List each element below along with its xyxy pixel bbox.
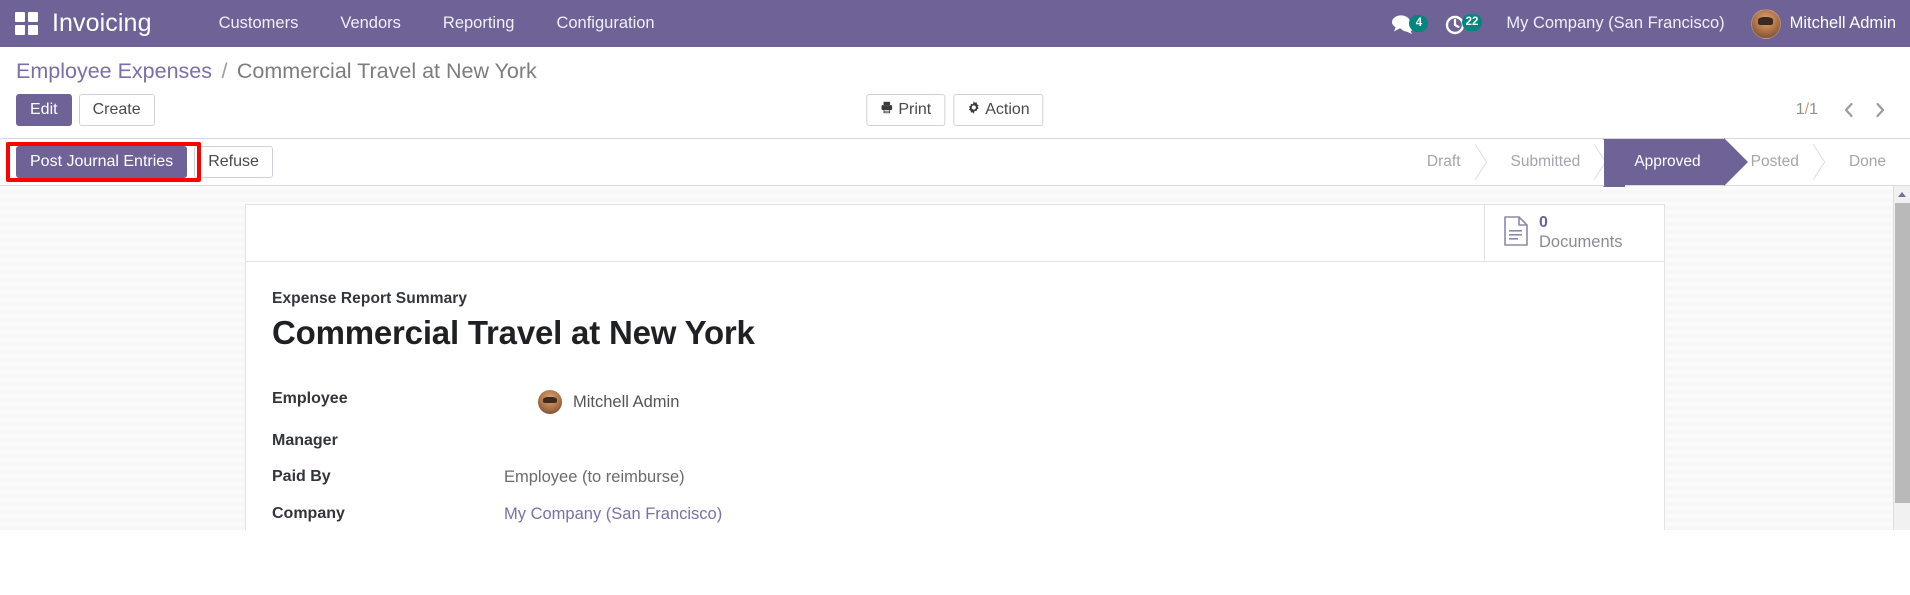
status-stage-approved-label: Approved xyxy=(1634,153,1701,170)
workflow-buttons: Post Journal Entries Refuse xyxy=(16,146,273,178)
field-row-company: Company My Company (San Francisco) xyxy=(272,505,924,530)
nav-menu-vendors[interactable]: Vendors xyxy=(319,0,422,47)
pager-next-button[interactable] xyxy=(1866,97,1894,123)
refuse-button[interactable]: Refuse xyxy=(194,146,273,178)
apps-grid-icon xyxy=(14,12,38,35)
documents-count: 0 xyxy=(1539,213,1548,231)
breadcrumb: Employee Expenses / Commercial Travel at… xyxy=(0,47,1910,90)
field-row-employee: Employee Mitchell Admin xyxy=(272,390,924,432)
edit-button[interactable]: Edit xyxy=(16,94,72,126)
scroll-up-arrow-icon xyxy=(1898,192,1906,197)
field-label-company: Company xyxy=(272,505,345,522)
pager-previous-button[interactable] xyxy=(1834,97,1862,123)
expense-report-summary-label: Expense Report Summary xyxy=(272,290,468,307)
status-stage-done-label: Done xyxy=(1848,153,1886,170)
status-stage-submitted[interactable]: Submitted xyxy=(1484,139,1605,185)
avatar xyxy=(1750,8,1781,39)
form-sheet: 0 Documents Expense Report Summary Comme… xyxy=(245,204,1665,530)
navbar-right-group: 4 22 My Company (San Francisco) Mitchell… xyxy=(1376,8,1910,39)
messages-badge: 4 xyxy=(1409,14,1429,32)
action-label: Action xyxy=(985,101,1030,118)
scroll-up-button[interactable] xyxy=(1894,186,1910,203)
document-icon xyxy=(1503,215,1529,251)
pager: 1/1 xyxy=(1796,97,1894,123)
employee-value-wrap: Mitchell Admin xyxy=(504,390,924,414)
company-switcher[interactable]: My Company (San Francisco) xyxy=(1484,14,1746,33)
status-stage-draft-label: Draft xyxy=(1426,153,1461,170)
status-stage-approved[interactable]: Approved xyxy=(1603,139,1725,187)
vertical-scrollbar[interactable] xyxy=(1893,186,1910,530)
form-sheet-wrapper: 0 Documents Expense Report Summary Comme… xyxy=(245,204,1665,530)
breadcrumb-separator: / xyxy=(221,59,228,83)
record-buttons: Edit Create xyxy=(16,94,155,126)
documents-label: Documents xyxy=(1539,232,1623,251)
form-content-area: 0 Documents Expense Report Summary Comme… xyxy=(0,186,1910,530)
activities-badge: 22 xyxy=(1461,13,1483,31)
post-journal-entries-button[interactable]: Post Journal Entries xyxy=(16,146,188,178)
status-bar: Post Journal Entries Refuse Draft Submit… xyxy=(0,139,1910,187)
employee-name: Mitchell Admin xyxy=(573,392,680,411)
breadcrumb-current: Commercial Travel at New York xyxy=(236,59,537,83)
documents-smart-button[interactable]: 0 Documents xyxy=(1484,205,1664,261)
app-brand-invoicing[interactable]: Invoicing xyxy=(52,9,152,38)
activities-button[interactable]: 22 xyxy=(1430,12,1484,36)
smart-button-box: 0 Documents xyxy=(246,205,1664,262)
documents-smart-button-text: 0 Documents xyxy=(1539,214,1622,252)
field-value-company[interactable]: My Company (San Francisco) xyxy=(470,505,924,530)
status-stage-draft[interactable]: Draft xyxy=(1400,139,1485,185)
create-button[interactable]: Create xyxy=(78,94,155,126)
form-body: Expense Report Summary Commercial Travel… xyxy=(246,262,1664,530)
control-panel: Employee Expenses / Commercial Travel at… xyxy=(0,47,1910,139)
field-label-manager: Manager xyxy=(272,432,338,449)
chevron-left-icon xyxy=(1844,102,1853,118)
top-navbar: Invoicing Customers Vendors Reporting Co… xyxy=(0,0,1910,47)
pager-total: 1 xyxy=(1809,101,1818,118)
breadcrumb-root[interactable]: Employee Expenses xyxy=(16,59,212,83)
status-pipeline: Draft Submitted Approved Posted Done xyxy=(1400,139,1910,187)
nav-menu-configuration[interactable]: Configuration xyxy=(535,0,675,47)
control-panel-buttons: Edit Create Print Action 1/1 xyxy=(0,90,1910,138)
print-button[interactable]: Print xyxy=(866,94,946,126)
messages-button[interactable]: 4 xyxy=(1376,13,1430,35)
field-row-manager: Manager xyxy=(272,432,924,468)
pager-current: 1 xyxy=(1795,101,1805,118)
nav-menu-customers[interactable]: Customers xyxy=(198,0,320,47)
field-label-paid-by: Paid By xyxy=(272,468,331,485)
action-button[interactable]: Action xyxy=(953,94,1044,126)
scrollbar-thumb[interactable] xyxy=(1895,203,1910,503)
status-stage-done[interactable]: Done xyxy=(1822,139,1910,185)
user-menu-label: Mitchell Admin xyxy=(1789,14,1896,32)
field-row-paid-by: Paid By Employee (to reimburse) xyxy=(272,468,924,505)
printer-icon xyxy=(880,101,893,119)
center-action-buttons: Print Action xyxy=(866,94,1044,126)
pager-value[interactable]: 1/1 xyxy=(1796,101,1830,119)
employee-avatar xyxy=(538,390,562,414)
chevron-right-icon xyxy=(1875,102,1884,118)
field-value-manager[interactable] xyxy=(470,432,924,468)
form-fields-table: Employee Mitchell Admin Manager Paid By … xyxy=(272,390,924,530)
print-label: Print xyxy=(898,101,932,118)
nav-menu-reporting[interactable]: Reporting xyxy=(422,0,536,47)
user-menu[interactable]: Mitchell Admin xyxy=(1747,8,1896,39)
gear-icon xyxy=(967,101,980,119)
field-label-employee: Employee xyxy=(272,390,348,407)
status-stage-posted-label: Posted xyxy=(1750,153,1799,170)
page-title: Commercial Travel at New York xyxy=(272,314,755,351)
field-value-paid-by[interactable]: Employee (to reimburse) xyxy=(470,468,924,505)
apps-menu-button[interactable] xyxy=(0,0,52,47)
status-stage-submitted-label: Submitted xyxy=(1510,153,1581,170)
field-value-employee[interactable]: Mitchell Admin xyxy=(470,390,924,432)
